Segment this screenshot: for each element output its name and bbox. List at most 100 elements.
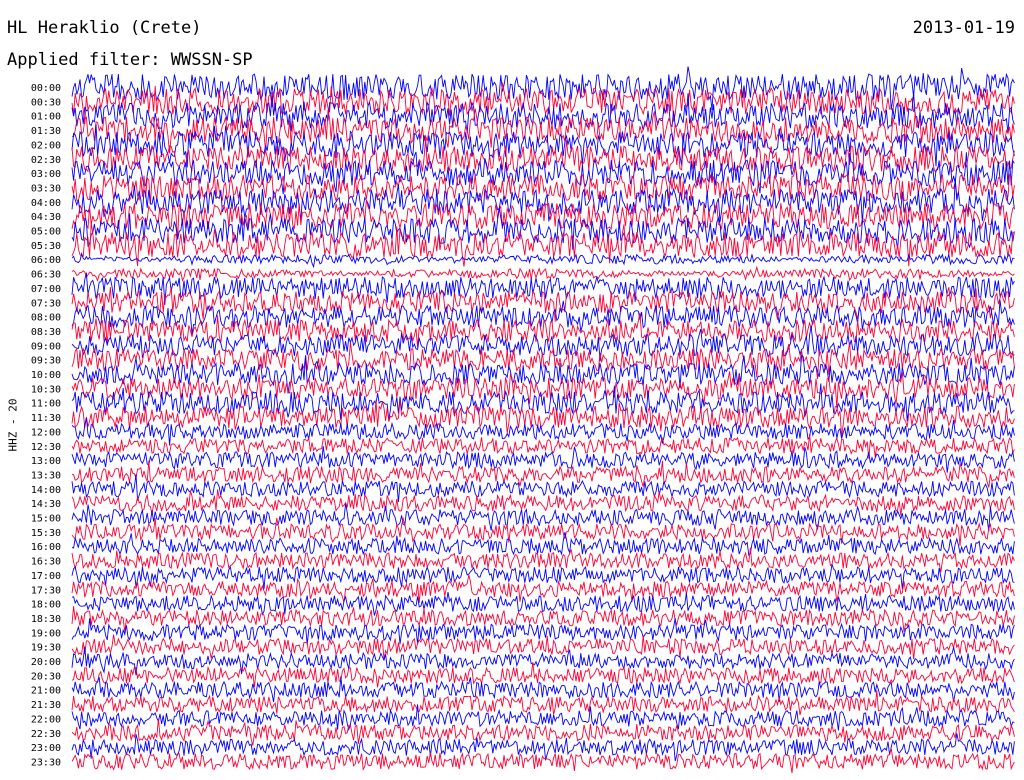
row-label-group: 00:00 00:30 01:00 01:30 02:00 02:30 03:00 03:30…: [31, 83, 61, 768]
row-time-label: 02:30: [31, 155, 61, 166]
row-time-label: 00:30: [31, 97, 61, 108]
row-time-label: 00:00: [31, 83, 61, 94]
seismic-trace-row: [71, 564, 1015, 590]
seismic-trace-row: [71, 312, 1015, 348]
seismic-trace-row: [71, 690, 1015, 716]
trace-group: [71, 66, 1015, 773]
station-title: HL Heraklio (Crete): [7, 18, 202, 38]
row-time-label: 09:00: [31, 341, 61, 352]
seismic-trace-row: [71, 151, 1015, 195]
seismic-trace-row: [71, 460, 1015, 488]
row-time-label: 08:00: [31, 313, 61, 324]
seismic-trace-row: [71, 574, 1015, 604]
seismic-trace-row: [71, 383, 1015, 422]
row-time-label: 11:00: [31, 399, 61, 410]
seismogram-plot: 00:00 00:30 01:00 01:30 02:00 02:30 03:00 03:30…: [31, 66, 1015, 773]
row-time-label: 21:00: [31, 686, 61, 697]
row-time-label: 20:30: [31, 671, 61, 682]
seismic-trace-row: [71, 66, 1015, 111]
row-time-label: 22:30: [31, 729, 61, 740]
row-time-label: 05:00: [31, 227, 61, 238]
seismic-trace-row: [71, 676, 1015, 703]
seismic-trace-row: [71, 222, 1015, 267]
applied-filter-label: Applied filter: WWSSN-SP: [7, 50, 253, 70]
seismic-trace-row: [71, 547, 1015, 573]
seismic-trace-row: [71, 634, 1015, 660]
row-time-label: 21:30: [31, 700, 61, 711]
row-time-label: 04:00: [31, 198, 61, 209]
seismic-trace-row: [71, 474, 1015, 503]
seismic-trace-row: [71, 287, 1015, 322]
row-time-label: 12:30: [31, 442, 61, 453]
row-time-label: 13:30: [31, 470, 61, 481]
seismic-trace-row: [71, 718, 1015, 746]
seismic-trace-row: [71, 178, 1015, 224]
row-time-label: 18:00: [31, 600, 61, 611]
seismic-trace-row: [71, 265, 1015, 282]
row-time-label: 04:30: [31, 212, 61, 223]
seismic-trace-row: [71, 446, 1015, 473]
seismic-trace-row: [71, 82, 1015, 125]
row-time-label: 01:30: [31, 126, 61, 137]
seismic-trace-row: [71, 618, 1015, 645]
row-time-label: 07:00: [31, 284, 61, 295]
row-time-label: 10:30: [31, 384, 61, 395]
seismic-trace-row: [71, 733, 1015, 762]
seismic-trace-row: [71, 433, 1015, 459]
row-time-label: 02:00: [31, 140, 61, 151]
row-time-label: 10:00: [31, 370, 61, 381]
seismic-trace-row: [71, 532, 1015, 557]
seismic-trace-row: [71, 199, 1015, 240]
row-time-label: 14:30: [31, 499, 61, 510]
seismic-trace-row: [71, 371, 1015, 409]
seismic-trace-row: [71, 748, 1015, 773]
row-time-label: 15:30: [31, 528, 61, 539]
seismic-trace-row: [71, 399, 1015, 437]
row-time-label: 16:30: [31, 557, 61, 568]
row-time-label: 11:30: [31, 413, 61, 424]
seismic-trace-row: [71, 516, 1015, 546]
row-time-label: 19:00: [31, 628, 61, 639]
seismic-trace-row: [71, 489, 1015, 516]
row-time-label: 08:30: [31, 327, 61, 338]
seismic-trace-row: [71, 167, 1015, 205]
seismic-trace-row: [71, 138, 1015, 181]
seismic-trace-row: [71, 123, 1015, 168]
row-time-label: 19:30: [31, 643, 61, 654]
row-time-label: 23:00: [31, 743, 61, 754]
seismic-trace-row: [71, 299, 1015, 335]
seismic-trace-row: [71, 662, 1015, 688]
channel-label: HHZ - 20: [6, 398, 20, 452]
row-time-label: 18:30: [31, 614, 61, 625]
seismic-trace-row: [71, 606, 1015, 633]
seismic-trace-row: [71, 325, 1015, 362]
row-time-label: 05:30: [31, 241, 61, 252]
row-time-label: 17:00: [31, 571, 61, 582]
seismic-trace-row: [71, 207, 1015, 250]
row-time-label: 17:30: [31, 585, 61, 596]
seismic-trace-row: [71, 503, 1015, 532]
seismic-trace-row: [71, 342, 1015, 379]
row-time-label: 20:00: [31, 657, 61, 668]
row-time-label: 15:00: [31, 514, 61, 525]
row-time-label: 12:00: [31, 427, 61, 438]
row-time-label: 06:00: [31, 255, 61, 266]
row-time-label: 03:30: [31, 183, 61, 194]
row-time-label: 06:30: [31, 270, 61, 281]
row-time-label: 13:00: [31, 456, 61, 467]
seismic-trace-row: [71, 92, 1015, 133]
row-time-label: 23:30: [31, 757, 61, 768]
seismic-trace-row: [71, 108, 1015, 154]
seismic-trace-row: [71, 704, 1015, 731]
seismic-trace-row: [71, 417, 1015, 446]
seismic-trace-row: [71, 646, 1015, 676]
seismic-trace-row: [71, 251, 1015, 269]
row-time-label: 01:00: [31, 112, 61, 123]
row-time-label: 09:30: [31, 356, 61, 367]
record-date: 2013-01-19: [912, 18, 1015, 38]
row-time-label: 22:00: [31, 714, 61, 725]
seismic-trace-row: [71, 592, 1015, 616]
row-time-label: 03:00: [31, 169, 61, 180]
seismic-trace-row: [71, 272, 1015, 305]
seismic-trace-row: [71, 354, 1015, 394]
